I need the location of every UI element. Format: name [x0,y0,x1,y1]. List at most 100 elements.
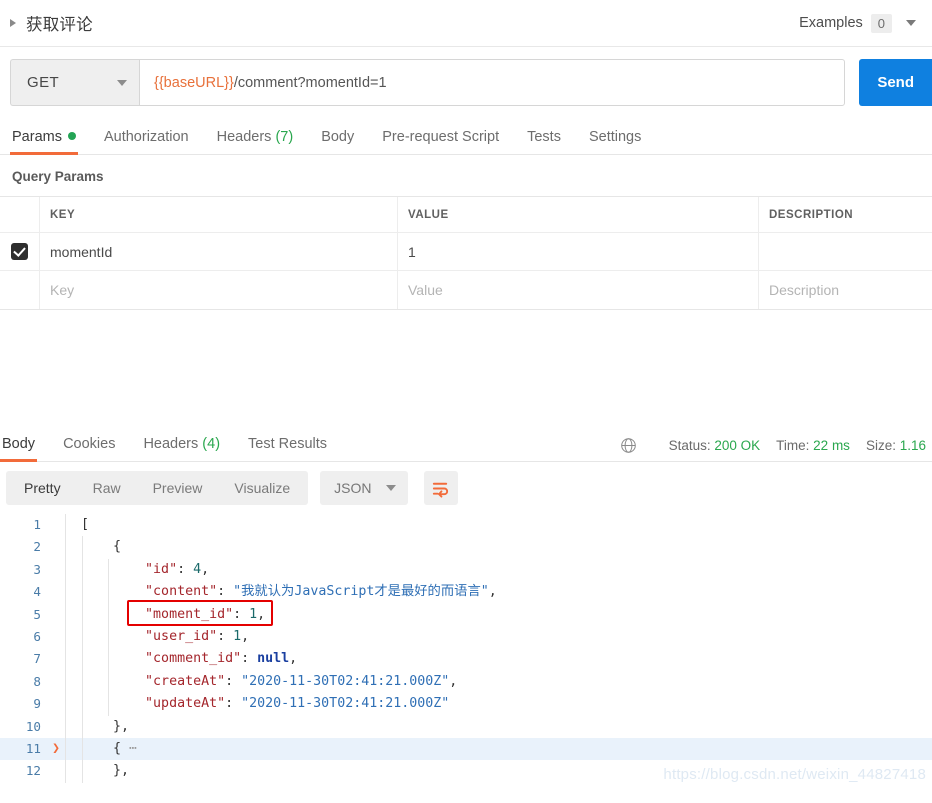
json-line: 7 "comment_id": null, [0,648,932,671]
param-enabled-checkbox[interactable] [11,243,28,260]
param-value-input[interactable]: 1 [398,233,759,270]
request-tabs: Params Authorization Headers (7) Body Pr… [0,118,932,155]
json-token-p: : [217,628,234,644]
examples-label: Examples [799,15,863,31]
globe-icon[interactable] [620,437,637,454]
json-line-number: 10 [25,718,41,734]
json-token-p: , [289,651,298,667]
json-token-p: : [233,606,250,622]
size-label: Size: 1.16 [866,438,926,453]
tab-label: Headers [143,436,199,452]
word-wrap-button[interactable] [423,471,458,505]
size-label-text: Size: [865,438,896,453]
size-value: 1.16 [899,438,926,453]
response-tab-test-results[interactable]: Test Results [234,436,341,461]
json-token-ellip: ⋯ [121,740,138,756]
response-tab-headers[interactable]: Headers (4) [129,436,234,461]
tab-label: Test Results [248,436,328,452]
json-line-content: "user_id": 1, [65,625,932,649]
tab-tests[interactable]: Tests [513,129,575,154]
header-checkbox-cell [0,197,40,232]
time-label-text: Time: [776,438,810,453]
tab-pre-request-script[interactable]: Pre-request Script [368,129,513,154]
indent-guide [82,648,83,671]
tab-label: Authorization [103,129,189,145]
tab-label: Body [2,436,36,452]
response-bar: Body Cookies Headers (4) Test Results St… [0,426,932,462]
indent-guide [108,581,109,604]
indent-guide [108,625,109,649]
tab-label: Cookies [63,436,116,452]
table-row-placeholder: Key Value Description [0,271,932,309]
expand-chevron-icon[interactable]: ❯ [47,738,65,760]
json-token-k: "moment_id" [145,606,234,622]
json-line-content: }, [65,715,932,738]
tab-label: Body [321,129,355,145]
json-line-content: "moment_id": 1, [65,603,932,626]
indent-guide [82,737,83,761]
json-token-p: : [241,651,258,667]
json-token-n: 4 [193,561,202,577]
view-mode-visualize[interactable]: Visualize [218,471,306,505]
json-line: 11 ❯ { ⋯ [0,737,932,761]
json-token-p: : [177,561,194,577]
tab-body[interactable]: Body [307,129,368,154]
tab-headers[interactable]: Headers (7) [203,129,308,154]
tab-params[interactable]: Params [10,129,90,155]
http-method-select[interactable]: GET [10,59,139,106]
new-param-description-input[interactable]: Description [759,271,932,309]
tab-settings[interactable]: Settings [575,129,655,154]
row-checkbox-cell[interactable] [0,233,40,270]
tab-badge: (7) [275,129,294,145]
response-tab-cookies[interactable]: Cookies [49,436,129,461]
tab-badge: (4) [202,436,221,452]
new-param-value-input[interactable]: Value [398,271,759,309]
json-token-brc: }, [113,718,130,734]
chevron-down-icon [385,485,396,491]
json-token-p: , [257,606,266,622]
view-mode-pretty[interactable]: Pretty [8,471,77,505]
tab-authorization[interactable]: Authorization [90,129,203,154]
column-header-value: VALUE [398,197,759,232]
examples-count-badge: 0 [870,13,892,33]
param-description-input[interactable] [759,233,932,270]
collapse-triangle-icon[interactable] [10,19,16,27]
indent-guide [108,603,109,626]
response-viewer-toolbar: Pretty Raw Preview Visualize JSON [0,462,932,514]
response-tab-body[interactable]: Body [0,436,49,462]
table-row: momentId 1 [0,233,932,271]
tab-label: Params [12,129,62,145]
param-key-input[interactable]: momentId [40,233,398,270]
response-format-select[interactable]: JSON [320,471,408,505]
indent-guide [108,670,109,694]
response-format-label: JSON [334,480,372,496]
indent-guide [108,558,109,582]
column-header-description: DESCRIPTION [769,208,854,221]
json-line-number: 6 [33,628,41,644]
view-mode-preview[interactable]: Preview [137,471,219,505]
json-line-number: 4 [33,584,41,600]
send-button[interactable]: Send [859,59,932,106]
json-token-p: , [449,673,458,689]
json-line: 8 "createAt": "2020-11-30T02:41:21.000Z"… [0,670,932,694]
indent-guide [108,648,109,671]
chevron-down-icon [117,79,127,86]
json-token-p: : [217,584,234,600]
chevron-down-icon[interactable] [906,20,916,26]
status-label: Status: 200 OK [669,438,761,453]
new-param-key-input[interactable]: Key [40,271,398,309]
json-token-k: "comment_id" [145,651,242,667]
response-status-meta: Status: 200 OK Time: 22 ms Size: 1.16 [620,437,932,461]
tab-label: Headers [216,129,272,145]
url-input[interactable]: {{baseURL}}/comment?momentId=1 [139,59,846,106]
view-mode-raw[interactable]: Raw [77,471,137,505]
query-params-table: KEY VALUE DESCRIPTION momentId 1 Key Val… [0,196,932,310]
status-label-text: Status: [668,438,711,453]
json-line-content: [ [65,514,932,537]
json-token-s: "2020-11-30T02:41:21.000Z" [241,696,450,712]
json-line-number: 8 [33,673,41,689]
indent-guide [82,670,83,694]
json-line: 6 "user_id": 1, [0,625,932,649]
response-body-json-viewer[interactable]: 1[2 {3 "id": 4, 4 "content": "我就认为JavaScr… [0,514,932,784]
json-line-number: 12 [25,763,41,779]
